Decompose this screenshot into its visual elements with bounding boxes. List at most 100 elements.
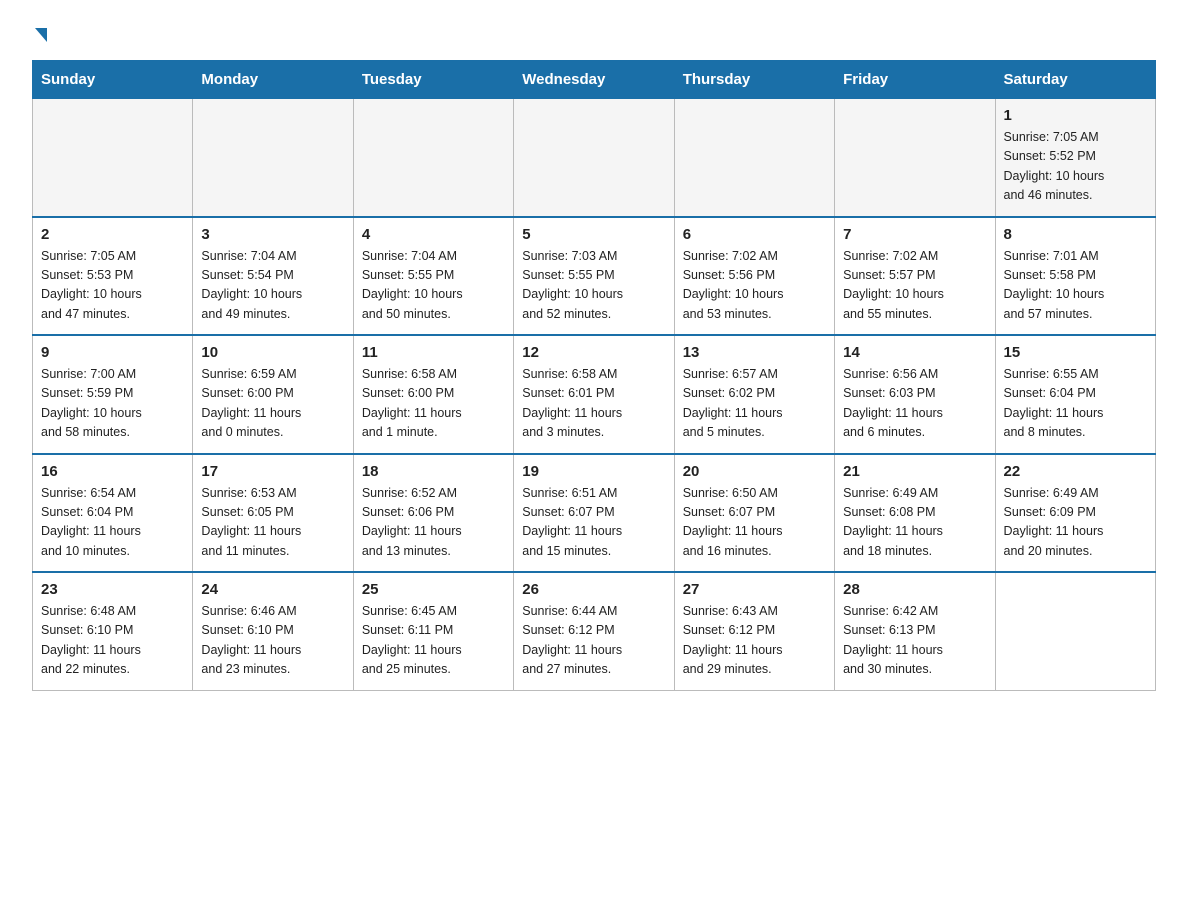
day-info: Sunrise: 7:05 AMSunset: 5:52 PMDaylight:…: [1004, 128, 1147, 206]
calendar-cell: 16 Sunrise: 6:54 AMSunset: 6:04 PMDayligh…: [33, 454, 193, 573]
calendar-cell: 14 Sunrise: 6:56 AMSunset: 6:03 PMDayligh…: [835, 335, 995, 454]
col-header-saturday: Saturday: [995, 61, 1155, 99]
day-number: 2: [41, 226, 184, 243]
calendar-week-row: 1 Sunrise: 7:05 AMSunset: 5:52 PMDaylight…: [33, 99, 1156, 217]
calendar-cell: 5 Sunrise: 7:03 AMSunset: 5:55 PMDaylight…: [514, 217, 674, 336]
day-number: 18: [362, 463, 505, 480]
calendar-cell: [835, 99, 995, 217]
day-number: 25: [362, 581, 505, 598]
calendar-cell: 10 Sunrise: 6:59 AMSunset: 6:00 PMDayligh…: [193, 335, 353, 454]
calendar-header-row: SundayMondayTuesdayWednesdayThursdayFrid…: [33, 61, 1156, 99]
day-info: Sunrise: 6:46 AMSunset: 6:10 PMDaylight:…: [201, 602, 344, 680]
calendar-week-row: 2Sunrise: 7:05 AMSunset: 5:53 PMDaylight…: [33, 217, 1156, 336]
day-info: Sunrise: 6:53 AMSunset: 6:05 PMDaylight:…: [201, 484, 344, 562]
day-info: Sunrise: 6:45 AMSunset: 6:11 PMDaylight:…: [362, 602, 505, 680]
day-number: 3: [201, 226, 344, 243]
calendar-cell: 25 Sunrise: 6:45 AMSunset: 6:11 PMDayligh…: [353, 572, 513, 690]
day-info: Sunrise: 6:54 AMSunset: 6:04 PMDaylight:…: [41, 484, 184, 562]
day-info: Sunrise: 6:43 AMSunset: 6:12 PMDaylight:…: [683, 602, 826, 680]
calendar-cell: 15 Sunrise: 6:55 AMSunset: 6:04 PMDayligh…: [995, 335, 1155, 454]
day-info: Sunrise: 7:04 AMSunset: 5:54 PMDaylight:…: [201, 247, 344, 325]
day-number: 19: [522, 463, 665, 480]
day-number: 13: [683, 344, 826, 361]
day-number: 11: [362, 344, 505, 361]
day-number: 16: [41, 463, 184, 480]
calendar-cell: 17Sunrise: 6:53 AMSunset: 6:05 PMDayligh…: [193, 454, 353, 573]
calendar-cell: 26 Sunrise: 6:44 AMSunset: 6:12 PMDayligh…: [514, 572, 674, 690]
logo: [32, 24, 47, 42]
day-number: 23: [41, 581, 184, 598]
calendar-cell: 19 Sunrise: 6:51 AMSunset: 6:07 PMDayligh…: [514, 454, 674, 573]
day-info: Sunrise: 6:58 AMSunset: 6:00 PMDaylight:…: [362, 365, 505, 443]
day-number: 27: [683, 581, 826, 598]
calendar-cell: [514, 99, 674, 217]
calendar-cell: 20 Sunrise: 6:50 AMSunset: 6:07 PMDayligh…: [674, 454, 834, 573]
calendar-cell: [674, 99, 834, 217]
calendar-cell: 4 Sunrise: 7:04 AMSunset: 5:55 PMDaylight…: [353, 217, 513, 336]
day-info: Sunrise: 6:49 AMSunset: 6:08 PMDaylight:…: [843, 484, 986, 562]
day-info: Sunrise: 6:42 AMSunset: 6:13 PMDaylight:…: [843, 602, 986, 680]
day-info: Sunrise: 6:44 AMSunset: 6:12 PMDaylight:…: [522, 602, 665, 680]
calendar-cell: 7 Sunrise: 7:02 AMSunset: 5:57 PMDaylight…: [835, 217, 995, 336]
day-info: Sunrise: 6:55 AMSunset: 6:04 PMDaylight:…: [1004, 365, 1147, 443]
calendar-cell: 13 Sunrise: 6:57 AMSunset: 6:02 PMDayligh…: [674, 335, 834, 454]
calendar-cell: 21 Sunrise: 6:49 AMSunset: 6:08 PMDayligh…: [835, 454, 995, 573]
day-number: 6: [683, 226, 826, 243]
calendar-cell: 6 Sunrise: 7:02 AMSunset: 5:56 PMDaylight…: [674, 217, 834, 336]
calendar-week-row: 9Sunrise: 7:00 AMSunset: 5:59 PMDaylight…: [33, 335, 1156, 454]
calendar-cell: 12 Sunrise: 6:58 AMSunset: 6:01 PMDayligh…: [514, 335, 674, 454]
day-info: Sunrise: 7:03 AMSunset: 5:55 PMDaylight:…: [522, 247, 665, 325]
col-header-wednesday: Wednesday: [514, 61, 674, 99]
calendar-table: SundayMondayTuesdayWednesdayThursdayFrid…: [32, 60, 1156, 691]
day-number: 21: [843, 463, 986, 480]
day-number: 1: [1004, 107, 1147, 124]
day-info: Sunrise: 6:51 AMSunset: 6:07 PMDaylight:…: [522, 484, 665, 562]
calendar-cell: 24 Sunrise: 6:46 AMSunset: 6:10 PMDayligh…: [193, 572, 353, 690]
col-header-friday: Friday: [835, 61, 995, 99]
calendar-cell: 11 Sunrise: 6:58 AMSunset: 6:00 PMDayligh…: [353, 335, 513, 454]
day-number: 14: [843, 344, 986, 361]
calendar-cell: 23Sunrise: 6:48 AMSunset: 6:10 PMDayligh…: [33, 572, 193, 690]
calendar-cell: 9Sunrise: 7:00 AMSunset: 5:59 PMDaylight…: [33, 335, 193, 454]
day-number: 5: [522, 226, 665, 243]
day-number: 26: [522, 581, 665, 598]
day-number: 15: [1004, 344, 1147, 361]
calendar-cell: [995, 572, 1155, 690]
day-number: 10: [201, 344, 344, 361]
day-number: 8: [1004, 226, 1147, 243]
calendar-week-row: 16 Sunrise: 6:54 AMSunset: 6:04 PMDayligh…: [33, 454, 1156, 573]
col-header-monday: Monday: [193, 61, 353, 99]
calendar-cell: 3 Sunrise: 7:04 AMSunset: 5:54 PMDaylight…: [193, 217, 353, 336]
calendar-cell: 18 Sunrise: 6:52 AMSunset: 6:06 PMDayligh…: [353, 454, 513, 573]
calendar-week-row: 23Sunrise: 6:48 AMSunset: 6:10 PMDayligh…: [33, 572, 1156, 690]
calendar-cell: 27 Sunrise: 6:43 AMSunset: 6:12 PMDayligh…: [674, 572, 834, 690]
calendar-cell: 8 Sunrise: 7:01 AMSunset: 5:58 PMDaylight…: [995, 217, 1155, 336]
day-info: Sunrise: 6:56 AMSunset: 6:03 PMDaylight:…: [843, 365, 986, 443]
day-number: 7: [843, 226, 986, 243]
col-header-tuesday: Tuesday: [353, 61, 513, 99]
day-info: Sunrise: 6:59 AMSunset: 6:00 PMDaylight:…: [201, 365, 344, 443]
day-info: Sunrise: 6:50 AMSunset: 6:07 PMDaylight:…: [683, 484, 826, 562]
calendar-cell: 2Sunrise: 7:05 AMSunset: 5:53 PMDaylight…: [33, 217, 193, 336]
day-info: Sunrise: 7:02 AMSunset: 5:57 PMDaylight:…: [843, 247, 986, 325]
day-info: Sunrise: 7:04 AMSunset: 5:55 PMDaylight:…: [362, 247, 505, 325]
col-header-thursday: Thursday: [674, 61, 834, 99]
day-number: 22: [1004, 463, 1147, 480]
day-info: Sunrise: 6:57 AMSunset: 6:02 PMDaylight:…: [683, 365, 826, 443]
day-info: Sunrise: 7:01 AMSunset: 5:58 PMDaylight:…: [1004, 247, 1147, 325]
day-number: 28: [843, 581, 986, 598]
day-info: Sunrise: 6:52 AMSunset: 6:06 PMDaylight:…: [362, 484, 505, 562]
day-info: Sunrise: 6:49 AMSunset: 6:09 PMDaylight:…: [1004, 484, 1147, 562]
day-number: 4: [362, 226, 505, 243]
calendar-cell: [33, 99, 193, 217]
logo-arrow-icon: [35, 28, 47, 42]
col-header-sunday: Sunday: [33, 61, 193, 99]
day-info: Sunrise: 6:58 AMSunset: 6:01 PMDaylight:…: [522, 365, 665, 443]
day-number: 20: [683, 463, 826, 480]
day-number: 9: [41, 344, 184, 361]
day-info: Sunrise: 7:02 AMSunset: 5:56 PMDaylight:…: [683, 247, 826, 325]
day-number: 12: [522, 344, 665, 361]
calendar-cell: 28 Sunrise: 6:42 AMSunset: 6:13 PMDayligh…: [835, 572, 995, 690]
day-number: 24: [201, 581, 344, 598]
calendar-cell: [353, 99, 513, 217]
